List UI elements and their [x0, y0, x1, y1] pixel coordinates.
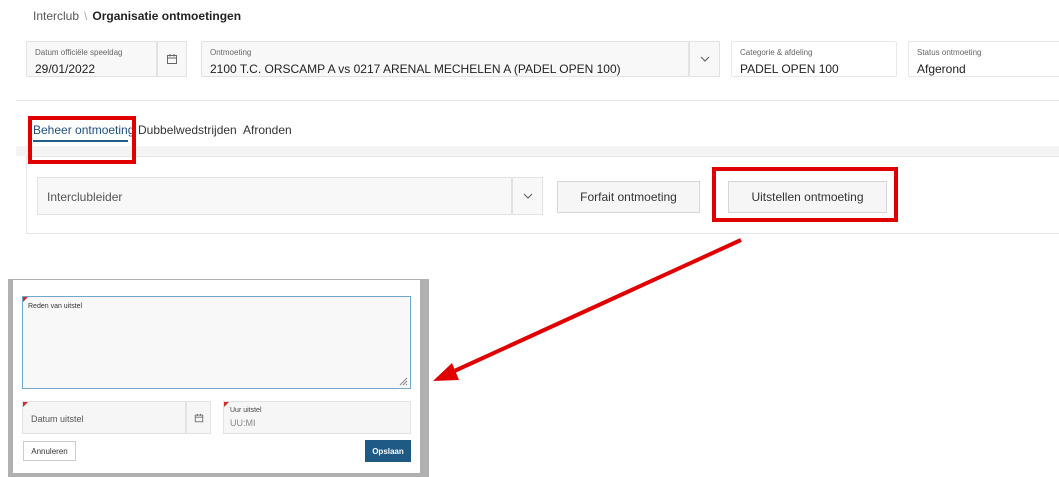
arrow-annotation: [433, 238, 742, 381]
arrow-annotation-line: [449, 238, 742, 375]
arrow-annotation-head: [433, 363, 459, 381]
